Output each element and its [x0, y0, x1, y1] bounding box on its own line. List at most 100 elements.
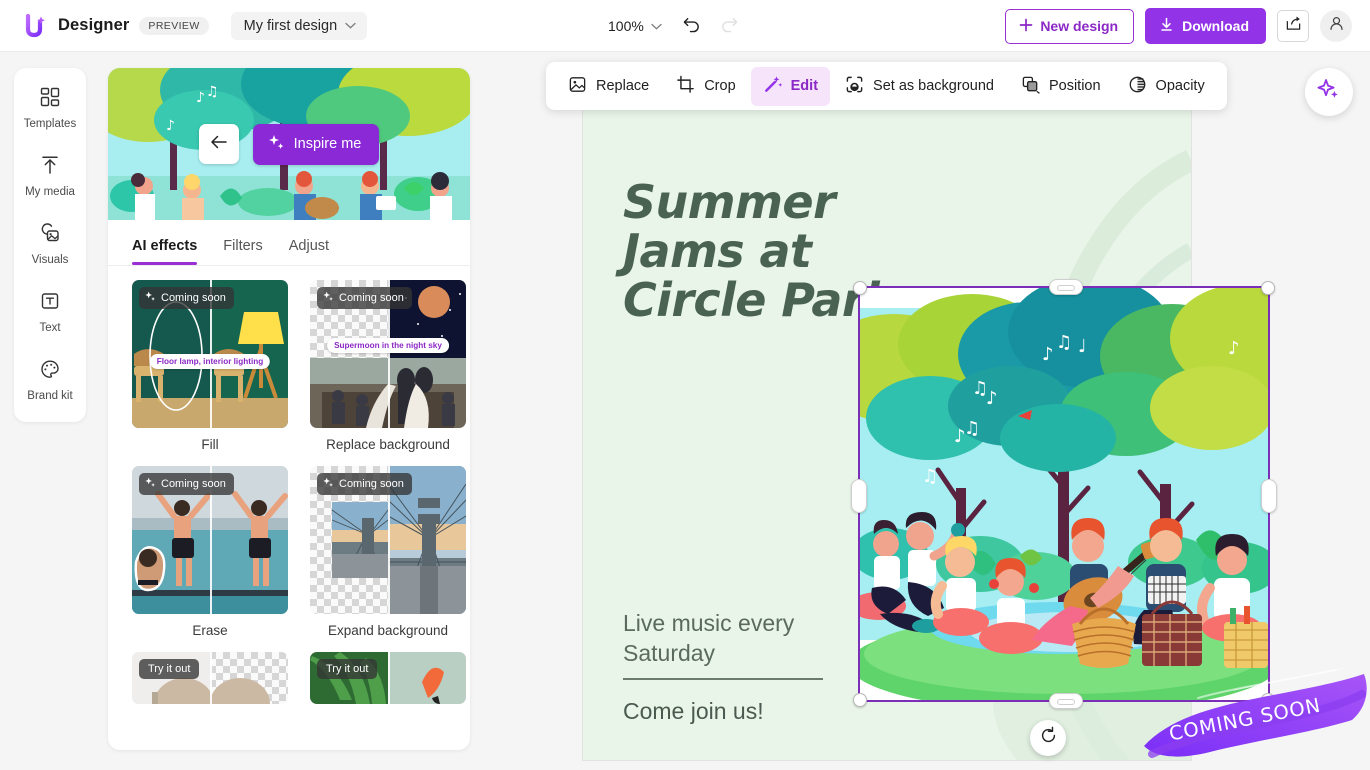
panel-back-button[interactable]	[199, 124, 239, 164]
sparkle-icon	[268, 134, 285, 155]
preview-badge: PREVIEW	[139, 17, 208, 35]
svg-text:♪: ♪	[1042, 344, 1054, 365]
toolbar-item-label: Edit	[791, 78, 818, 94]
svg-text:♩: ♩	[1078, 336, 1087, 357]
left-navigation-rail: Templates My media Visuals	[14, 68, 86, 422]
sparkle-icon	[1317, 78, 1341, 107]
share-button[interactable]	[1277, 10, 1309, 42]
text-box-icon	[39, 290, 61, 317]
before-after-divider	[388, 652, 390, 704]
effect-card-generative-erase[interactable]: Try it out	[310, 652, 466, 704]
ai-assistant-button[interactable]	[1305, 68, 1353, 116]
sidebar-item-label: Text	[39, 322, 60, 334]
resize-handle-bottom-center[interactable]	[1049, 693, 1083, 709]
sidebar-item-my-media[interactable]: My media	[19, 150, 81, 202]
effect-card-thumbnail: Try it out	[132, 652, 288, 704]
effect-prompt-chip: Floor lamp, interior lighting	[150, 354, 270, 369]
opacity-icon	[1128, 75, 1147, 98]
inspire-me-label: Inspire me	[294, 136, 362, 152]
panel-hero-overlay: Inspire me	[108, 68, 470, 220]
effect-card-caption: Expand background	[310, 614, 466, 638]
zoom-dropdown[interactable]: 100%	[600, 13, 670, 39]
chevron-down-icon	[345, 22, 356, 29]
palette-icon	[39, 358, 61, 385]
rotate-handle-icon	[1039, 726, 1058, 750]
header-center-group: 100%	[600, 0, 746, 52]
toolbar-item-label: Set as background	[873, 78, 994, 94]
sidebar-item-text[interactable]: Text	[19, 286, 81, 338]
arrow-left-icon	[210, 134, 228, 155]
tab-adjust[interactable]: Adjust	[289, 238, 329, 265]
park-picnic-artwork: ♪♫♩ ♫♪ ♪♫ ♫♪	[860, 288, 1268, 700]
canvas-subline[interactable]: Live music every Saturday	[623, 608, 873, 668]
tab-ai-effects[interactable]: AI effects	[132, 238, 197, 265]
sparkle-icon	[323, 477, 334, 491]
toolbar-item-opacity[interactable]: Opacity	[1116, 67, 1217, 106]
sparkle-icon	[323, 291, 334, 305]
effect-card-caption: Replace background	[310, 428, 466, 452]
download-button[interactable]: Download	[1145, 8, 1266, 44]
rotate-handle[interactable]	[1030, 720, 1066, 756]
effect-card-expand-background[interactable]: Coming soon Expand background	[310, 466, 466, 638]
status-badge-label: Coming soon	[161, 478, 226, 490]
resize-handle-middle-left[interactable]	[851, 479, 867, 513]
before-after-divider	[210, 652, 212, 704]
tab-filters[interactable]: Filters	[223, 238, 262, 265]
sidebar-item-visuals[interactable]: Visuals	[19, 218, 81, 270]
status-badge-label: Coming soon	[161, 292, 226, 304]
selected-image-element[interactable]: ♪♫♩ ♫♪ ♪♫ ♫♪	[858, 286, 1270, 702]
inspire-me-button[interactable]: Inspire me	[253, 124, 380, 165]
toolbar-item-label: Position	[1049, 78, 1101, 94]
status-badge: Try it out	[139, 659, 199, 679]
toolbar-item-label: Opacity	[1156, 78, 1205, 94]
new-design-button[interactable]: New design	[1005, 9, 1134, 44]
toolbar-item-replace[interactable]: Replace	[556, 67, 661, 106]
effect-card-caption: Fill	[132, 428, 288, 452]
sparkle-icon	[145, 291, 156, 305]
effect-prompt-chip: Supermoon in the night sky	[327, 338, 449, 353]
toolbar-item-crop[interactable]: Crop	[664, 67, 747, 106]
sidebar-item-brand-kit[interactable]: Brand kit	[19, 354, 81, 406]
canvas-divider-rule	[623, 678, 823, 680]
panel-tabs: AI effects Filters Adjust	[108, 220, 470, 265]
visuals-image-icon	[39, 222, 61, 249]
effect-card-thumbnail: Coming soon Floor lamp, interior lightin…	[132, 280, 288, 428]
image-context-toolbar: Replace Crop Edit Set a	[546, 62, 1227, 110]
account-button[interactable]	[1320, 10, 1352, 42]
resize-handle-middle-right[interactable]	[1261, 479, 1277, 513]
effect-card-replace-background[interactable]: Coming soon Supermoon in the night sky R…	[310, 280, 466, 452]
svg-text:♫: ♫	[922, 466, 938, 487]
header-left-group: Designer PREVIEW My first design	[0, 12, 367, 40]
toolbar-item-position[interactable]: Position	[1009, 67, 1113, 106]
svg-text:♪: ♪	[986, 388, 998, 409]
resize-handle-bottom-left[interactable]	[853, 693, 867, 707]
resize-handle-bottom-right[interactable]	[1261, 693, 1275, 707]
redo-button[interactable]	[714, 10, 746, 42]
sidebar-item-templates[interactable]: Templates	[19, 82, 81, 134]
effect-card-thumbnail: Coming soon	[310, 466, 466, 614]
status-badge: Coming soon	[317, 287, 412, 309]
effect-card-fill[interactable]: Coming soon Floor lamp, interior lightin…	[132, 280, 288, 452]
replace-image-icon	[568, 75, 587, 98]
design-canvas[interactable]: Summer Jams at Circle Park Live music ev…	[583, 100, 1191, 760]
resize-handle-top-right[interactable]	[1261, 281, 1275, 295]
svg-text:♫: ♫	[964, 418, 980, 439]
toolbar-item-edit[interactable]: Edit	[751, 67, 830, 106]
effect-card-remove-background[interactable]: Try it out	[132, 652, 288, 704]
redo-icon	[720, 14, 739, 38]
effect-card-erase[interactable]: Coming soon Erase	[132, 466, 288, 638]
brand-name: Designer	[58, 16, 129, 35]
download-label: Download	[1182, 18, 1249, 34]
canvas-cta-text[interactable]: Come join us!	[623, 698, 764, 725]
resize-handle-top-center[interactable]	[1049, 279, 1083, 295]
crop-icon	[676, 75, 695, 98]
sparkle-icon	[145, 477, 156, 491]
document-title-dropdown[interactable]: My first design	[231, 12, 367, 40]
resize-handle-top-left[interactable]	[853, 281, 867, 295]
toolbar-item-set-as-background[interactable]: Set as background	[833, 67, 1006, 106]
park-picnic-illustration: ♪♫♩ ♫♪ ♪♫ ♫♪	[860, 288, 1268, 700]
download-arrow-icon	[1159, 17, 1174, 35]
status-badge-label: Coming soon	[339, 292, 404, 304]
canvas-area[interactable]: Summer Jams at Circle Park Live music ev…	[480, 52, 1370, 770]
undo-button[interactable]	[676, 10, 708, 42]
